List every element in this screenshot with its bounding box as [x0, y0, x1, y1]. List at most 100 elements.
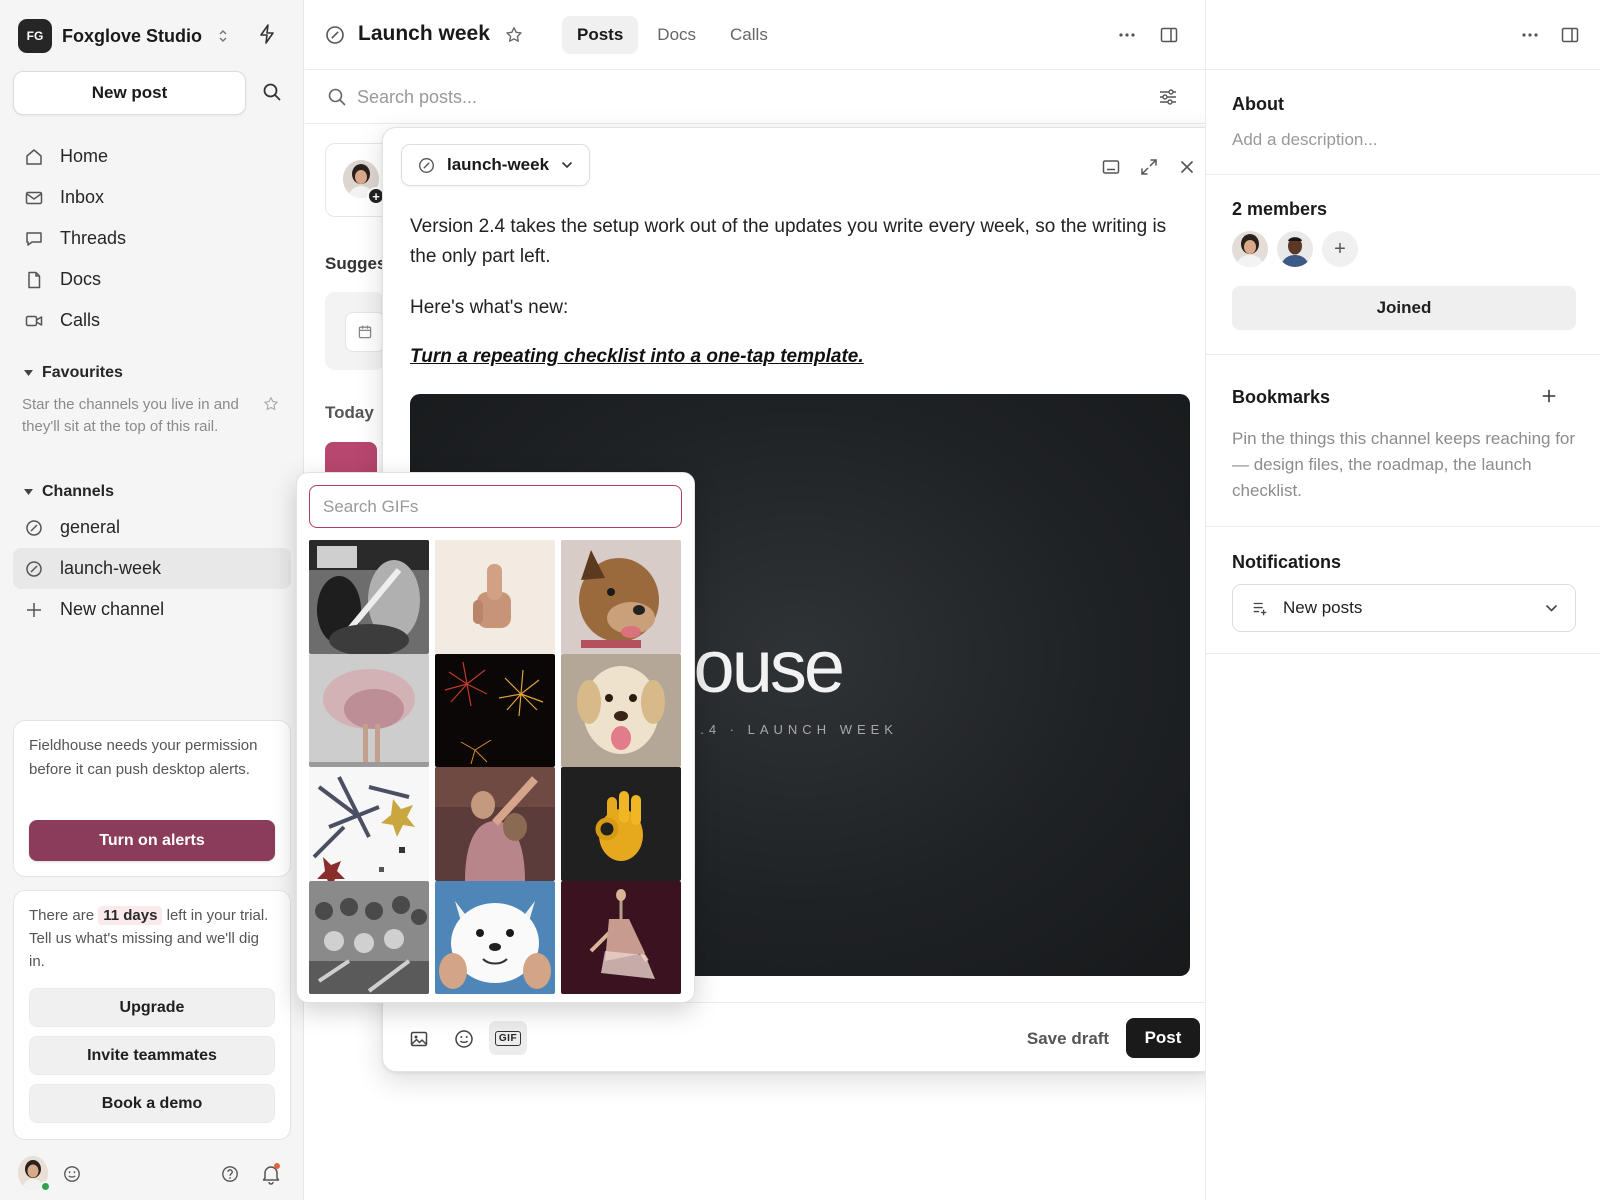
- bookmarks-empty-text: Pin the things this channel keeps reachi…: [1232, 429, 1576, 500]
- sidebar-item-docs[interactable]: Docs: [13, 259, 291, 300]
- channel-icon: [26, 560, 42, 577]
- channel-details-panel: About Add a description... 2 members + J…: [1205, 0, 1600, 1200]
- favourites-empty-text: Star the channels you live in and they'l…: [22, 396, 239, 435]
- gif-dancer-leap[interactable]: [561, 880, 681, 994]
- post-paragraph: Here's what's new:: [410, 297, 569, 318]
- new-channel-label: New channel: [60, 599, 165, 619]
- close-icon[interactable]: [1177, 157, 1197, 177]
- calendar-icon: [345, 312, 385, 352]
- channels-header[interactable]: Channels: [24, 483, 114, 501]
- gif-thumbs-up[interactable]: [435, 540, 555, 654]
- gif-crowd-cheering[interactable]: [309, 880, 429, 994]
- sidebar-toggle-icon[interactable]: [1159, 25, 1179, 45]
- about-heading: About: [1232, 94, 1284, 114]
- save-draft-button[interactable]: Save draft: [1015, 1020, 1121, 1058]
- bolt-icon[interactable]: [258, 24, 276, 44]
- today-heading: Today: [325, 403, 374, 422]
- caret-down-icon: [24, 488, 33, 495]
- chevron-down-icon: [1545, 604, 1558, 612]
- channel-list: general launch-week New channel: [13, 507, 291, 630]
- page-title: Launch week: [358, 22, 490, 45]
- member-avatar[interactable]: [1277, 231, 1313, 267]
- channel-item-general[interactable]: general: [13, 507, 291, 548]
- gif-labrador[interactable]: [561, 653, 681, 767]
- invite-teammates-button[interactable]: Invite teammates: [29, 1036, 275, 1075]
- trial-text-before: There are: [29, 907, 95, 924]
- online-status-dot: [40, 1181, 51, 1192]
- add-bookmark-icon[interactable]: [1540, 387, 1558, 405]
- star-icon[interactable]: [505, 26, 523, 44]
- gif-fireworks[interactable]: [435, 653, 555, 767]
- gif-party-confetti[interactable]: [309, 767, 429, 881]
- favourites-header[interactable]: Favourites: [24, 364, 123, 382]
- gif-picker-popover: [296, 472, 695, 1003]
- post-highlight-link[interactable]: Turn a repeating checklist into a one-ta…: [410, 346, 864, 368]
- gif-search-input[interactable]: [309, 485, 682, 528]
- sidebar-item-inbox[interactable]: Inbox: [13, 177, 291, 218]
- turn-on-alerts-button[interactable]: Turn on alerts: [29, 820, 275, 861]
- emoji-status-icon[interactable]: [63, 1165, 81, 1183]
- new-channel-button[interactable]: New channel: [13, 589, 291, 630]
- bell-icon[interactable]: [261, 1163, 281, 1185]
- joined-button[interactable]: Joined: [1232, 286, 1576, 330]
- post-body[interactable]: Version 2.4 takes the setup work out of …: [410, 212, 1190, 323]
- threads-icon: [26, 231, 42, 246]
- video-icon: [25, 315, 43, 326]
- image-upload-icon[interactable]: [409, 1029, 429, 1049]
- tab-posts[interactable]: Posts: [562, 16, 639, 54]
- sidebar-item-label: Inbox: [60, 187, 105, 207]
- gif-crowd-celebration[interactable]: [309, 540, 429, 654]
- gif-dog-smiling[interactable]: [561, 540, 681, 654]
- new-post-button[interactable]: New post: [13, 71, 246, 115]
- book-demo-button[interactable]: Book a demo: [29, 1084, 275, 1123]
- sidebar-toggle-icon[interactable]: [1560, 25, 1580, 45]
- channel-icon: [326, 26, 344, 44]
- description-field[interactable]: Add a description...: [1232, 130, 1378, 150]
- emoji-icon[interactable]: [454, 1029, 474, 1049]
- more-options-icon[interactable]: [1520, 25, 1540, 45]
- gif-celebration-hug[interactable]: [435, 767, 555, 881]
- help-icon[interactable]: [221, 1165, 239, 1183]
- gif-white-dog[interactable]: [435, 880, 555, 994]
- channel-icon: [26, 519, 42, 536]
- gif-ok-hand[interactable]: [561, 767, 681, 881]
- channel-selector[interactable]: launch-week: [401, 144, 591, 186]
- sidebar-item-label: Docs: [60, 269, 102, 289]
- star-icon: [264, 397, 278, 411]
- more-options-icon[interactable]: [1117, 25, 1137, 45]
- member-avatar[interactable]: [1232, 231, 1268, 267]
- app-window: FG Foxglove Studio New post Home Inbox T…: [0, 0, 1600, 1200]
- trial-card-text: There are 11 days left in your trial. Te…: [29, 904, 277, 973]
- channel-item-launch-week[interactable]: launch-week: [13, 548, 291, 589]
- channel-label: general: [60, 517, 121, 537]
- workspace-switcher[interactable]: FG Foxglove Studio: [18, 18, 228, 54]
- search-input[interactable]: [357, 84, 1097, 110]
- search-icon[interactable]: [262, 82, 282, 102]
- filter-sliders-icon[interactable]: [1158, 87, 1178, 107]
- details-toolbar: [1206, 0, 1600, 70]
- workspace-logo: FG: [18, 19, 52, 53]
- add-member-button[interactable]: +: [1322, 231, 1358, 267]
- channel-tabs: Posts Docs Calls: [562, 16, 783, 54]
- expand-icon[interactable]: [1139, 157, 1159, 177]
- tab-calls[interactable]: Calls: [715, 16, 783, 54]
- sidebar-item-threads[interactable]: Threads: [13, 218, 291, 259]
- sidebar-footer: [18, 1156, 288, 1192]
- search-icon: [328, 88, 346, 106]
- post-search-bar: [305, 70, 1205, 124]
- sidebar-item-home[interactable]: Home: [13, 136, 291, 177]
- gif-dancer-spin[interactable]: [309, 653, 429, 767]
- notifications-select[interactable]: New posts: [1232, 584, 1576, 632]
- sidebar-item-calls[interactable]: Calls: [13, 300, 291, 341]
- upgrade-button[interactable]: Upgrade: [29, 988, 275, 1027]
- list-add-icon: [1253, 602, 1267, 616]
- members-heading: 2 members: [1232, 199, 1328, 219]
- post-button[interactable]: Post: [1126, 1018, 1200, 1058]
- sidebar-item-label: Threads: [60, 228, 127, 248]
- gif-button[interactable]: GIF: [489, 1021, 527, 1055]
- minimize-window-icon[interactable]: [1101, 157, 1121, 177]
- favourites-heading: Favourites: [42, 364, 123, 381]
- chevron-down-icon: [561, 161, 573, 169]
- tab-docs[interactable]: Docs: [642, 16, 711, 54]
- about-section: About Add a description...: [1206, 70, 1600, 175]
